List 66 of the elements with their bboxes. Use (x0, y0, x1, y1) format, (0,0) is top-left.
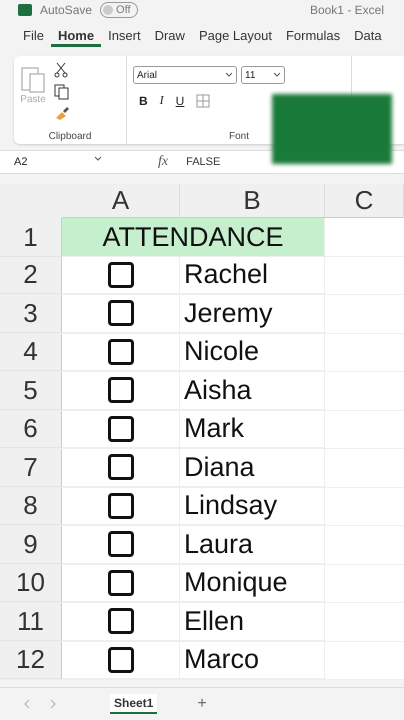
row-header[interactable]: 6 (0, 410, 62, 448)
caret-icon[interactable] (94, 156, 102, 162)
row-header[interactable]: 7 (0, 449, 62, 486)
paintbrush-icon[interactable] (54, 106, 70, 120)
group-label: Font (228, 131, 249, 142)
name-box[interactable]: A2 (0, 156, 108, 168)
ribbon-tab[interactable]: Home (50, 26, 102, 47)
excel-logo-icon (18, 4, 32, 16)
table-cell: Jeremy (180, 295, 325, 332)
row-header[interactable]: 5 (0, 372, 62, 410)
ribbon-tab[interactable]: Data (347, 26, 389, 45)
ribbon-tab[interactable]: File (16, 26, 51, 45)
autosave-label: AutoSave (40, 3, 92, 17)
row-header[interactable]: 2 (0, 256, 62, 294)
caret-icon[interactable] (273, 72, 281, 78)
table-cell: Rachel (180, 256, 325, 294)
font-name-dropdown[interactable]: Arial (133, 66, 237, 84)
table-cell: Aisha (180, 372, 325, 410)
row-header[interactable]: 11 (0, 603, 62, 640)
checkbox[interactable] (108, 377, 134, 404)
checkbox[interactable] (108, 531, 134, 558)
ribbon-tab[interactable]: Page Layout (192, 26, 279, 45)
formula-value: FALSE (186, 156, 220, 168)
italic-button[interactable]: I (160, 93, 164, 108)
column-header[interactable]: C (325, 184, 404, 218)
ribbon-tab[interactable]: Insert (101, 26, 148, 45)
copy-icon[interactable] (54, 84, 70, 100)
scissors-icon[interactable] (54, 62, 68, 78)
underline-button[interactable]: U (176, 94, 184, 108)
add-sheet-button[interactable]: + (197, 695, 207, 713)
borders-icon[interactable] (196, 94, 210, 108)
table-cell: Lindsay (180, 488, 325, 525)
group-label: Clipboard (48, 131, 92, 142)
table-cell: Marco (180, 642, 325, 679)
autosave-toggle[interactable]: Off (100, 2, 138, 18)
caret-icon[interactable] (225, 72, 233, 78)
checkbox[interactable] (108, 570, 134, 596)
window-title: Book1 - Excel (310, 3, 384, 17)
checkbox[interactable] (108, 338, 134, 365)
bold-button[interactable]: B (139, 94, 148, 108)
checkbox[interactable] (108, 454, 134, 480)
table-cell: Diana (180, 449, 325, 486)
ribbon-tab[interactable]: Formulas (278, 26, 348, 45)
row-header[interactable]: 3 (0, 295, 62, 332)
checkbox[interactable] (108, 262, 134, 288)
function-button[interactable]: fx (158, 154, 168, 170)
row-header[interactable]: 12 (0, 642, 62, 679)
checkbox[interactable] (108, 646, 134, 673)
row-header[interactable]: 9 (0, 526, 62, 564)
table-cell: Nicole (180, 334, 325, 371)
table-cell: Laura (180, 526, 325, 564)
row-header[interactable]: 4 (0, 334, 62, 371)
ribbon-tab[interactable]: Draw (148, 26, 192, 45)
checkbox[interactable] (108, 416, 134, 442)
checkbox[interactable] (108, 608, 134, 634)
title-cell: ATTENDANCE (62, 218, 325, 257)
sheet-tab[interactable]: Sheet1 (110, 694, 158, 714)
table-cell: Monique (180, 564, 325, 602)
font-size-dropdown[interactable]: 11 (241, 66, 285, 84)
row-header[interactable]: 8 (0, 488, 62, 525)
table-cell: Ellen (180, 603, 325, 640)
row-header[interactable]: 10 (0, 564, 62, 602)
checkbox[interactable] (108, 492, 134, 519)
row-header[interactable]: 1 (0, 218, 62, 257)
table-cell: Mark (180, 410, 325, 448)
checkbox[interactable] (108, 300, 134, 326)
